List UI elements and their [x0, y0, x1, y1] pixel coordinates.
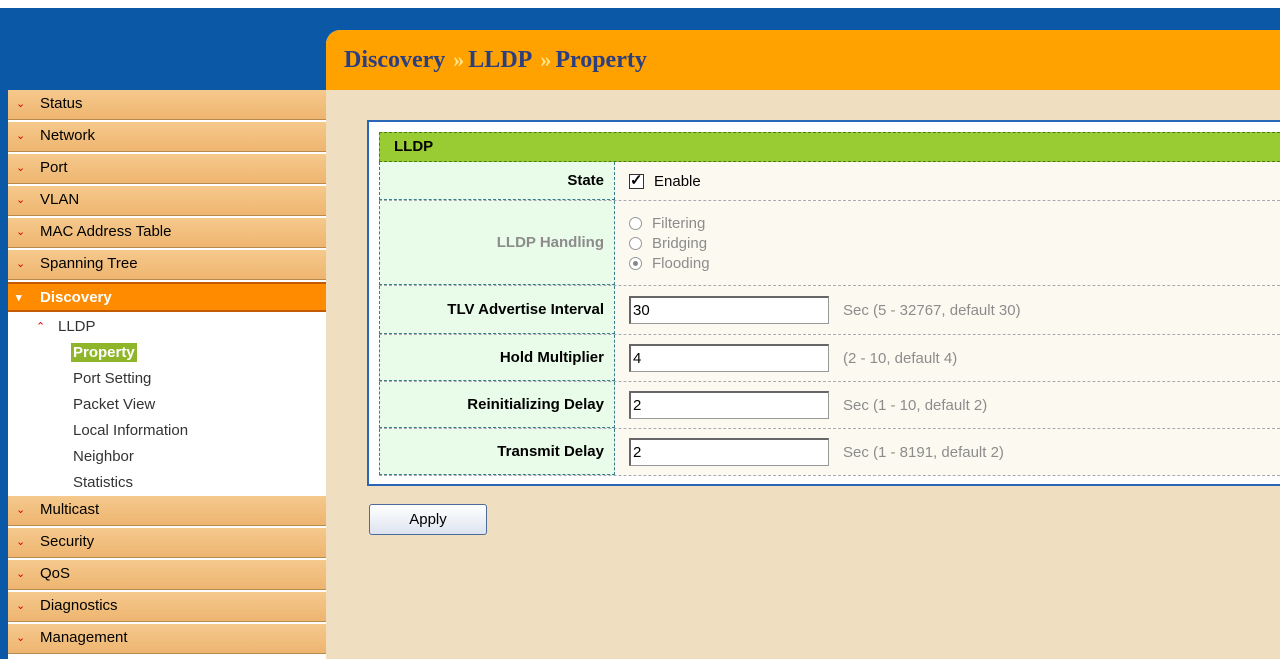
hold-multiplier-input[interactable] [629, 344, 829, 372]
reinit-row: Reinitializing Delay Sec (1 - 10, defaul… [379, 382, 1280, 429]
tlv-row: TLV Advertise Interval Sec (5 - 32767, d… [379, 286, 1280, 335]
sidebar-leaf-local-information[interactable]: Local Information [8, 418, 331, 444]
page-title: Discovery » LLDP » Property [326, 30, 1280, 90]
lldp-panel: LLDP State Enable LLDP Handling Filterin… [367, 120, 1280, 486]
sidebar-item-diagnostics[interactable]: ⌄ Diagnostics [8, 592, 331, 622]
sidebar-item-management[interactable]: ⌄ Management [8, 624, 331, 654]
sidebar-item-security[interactable]: ⌄ Security [8, 528, 331, 558]
chevron-down-icon: ⌄ [16, 226, 26, 238]
chevron-down-icon: ⌄ [16, 194, 26, 206]
sidebar-leaf-port-setting[interactable]: Port Setting [8, 366, 331, 392]
hold-row: Hold Multiplier (2 - 10, default 4) [379, 335, 1280, 382]
sidebar-item-spanning-tree[interactable]: ⌄ Spanning Tree [8, 250, 331, 280]
transmit-hint: Sec (1 - 8191, default 2) [843, 443, 1004, 461]
state-label: State [379, 162, 615, 200]
sidebar-leaf-property[interactable]: Property [8, 340, 331, 366]
panel-title: LLDP [379, 132, 1280, 162]
sidebar-leaf-statistics[interactable]: Statistics [8, 470, 331, 496]
sidebar-item-qos[interactable]: ⌄ QoS [8, 560, 331, 590]
sidebar-item-port[interactable]: ⌄ Port [8, 154, 331, 184]
sidebar-item-network[interactable]: ⌄ Network [8, 122, 331, 152]
transmit-delay-input[interactable] [629, 438, 829, 466]
chevron-down-icon: ⌄ [16, 600, 26, 612]
chevron-down-icon: ⌄ [16, 536, 26, 548]
state-enable-label: Enable [654, 172, 701, 190]
apply-button[interactable]: Apply [369, 504, 487, 535]
hold-multiplier-label: Hold Multiplier [379, 335, 615, 381]
sidebar-item-status[interactable]: ⌄ Status [8, 90, 331, 120]
hold-hint: (2 - 10, default 4) [843, 349, 958, 367]
state-row: State Enable [379, 162, 1280, 201]
lldp-handling-label: LLDP Handling [379, 201, 615, 285]
chevron-down-icon: ⌄ [16, 632, 26, 644]
sidebar-subitem-lldp[interactable]: ⌃ LLDP [8, 314, 331, 340]
reinitializing-delay-input[interactable] [629, 391, 829, 419]
sidebar: ⌄ Status ⌄ Network ⌄ Port ⌄ VLAN ⌄ MAC Addres… [8, 90, 331, 659]
main-content: Discovery » LLDP » Property LLDP State E… [326, 30, 1280, 659]
breadcrumb-separator-icon: » [453, 47, 464, 72]
radio-icon [629, 236, 642, 250]
sidebar-leaf-packet-view[interactable]: Packet View [8, 392, 331, 418]
sidebar-item-discovery[interactable]: ▾ Discovery [8, 282, 331, 312]
chevron-down-icon: ⌄ [16, 162, 26, 174]
sidebar-item-mac-address-table[interactable]: ⌄ MAC Address Table [8, 218, 331, 248]
sidebar-item-vlan[interactable]: ⌄ VLAN [8, 186, 331, 216]
tlv-advertise-interval-input[interactable] [629, 296, 829, 324]
chevron-down-icon: ⌄ [16, 504, 26, 516]
chevron-down-icon: ⌄ [16, 568, 26, 580]
breadcrumb-discovery: Discovery [344, 46, 446, 73]
radio-bridging[interactable]: Bridging [629, 233, 710, 253]
lldp-handling-row: LLDP Handling Filtering Bridging Floodin… [379, 201, 1280, 286]
radio-filtering[interactable]: Filtering [629, 213, 710, 233]
sidebar-item-multicast[interactable]: ⌄ Multicast [8, 496, 331, 526]
chevron-down-icon: ⌄ [16, 98, 26, 110]
radio-icon [629, 216, 642, 230]
chevron-down-icon: ⌄ [16, 130, 26, 142]
chevron-up-icon: ⌃ [36, 321, 46, 333]
breadcrumb-property: Property [555, 46, 647, 73]
breadcrumb-separator-icon: » [540, 47, 551, 72]
tlv-advertise-interval-label: TLV Advertise Interval [379, 286, 615, 334]
chevron-down-icon: ⌄ [16, 258, 26, 270]
lldp-handling-options: Filtering Bridging Flooding [629, 213, 710, 273]
reinitializing-delay-label: Reinitializing Delay [379, 382, 615, 428]
sidebar-leaf-neighbor[interactable]: Neighbor [8, 444, 331, 470]
breadcrumb-lldp: LLDP [468, 46, 533, 73]
reinit-hint: Sec (1 - 10, default 2) [843, 396, 988, 414]
state-enable-checkbox[interactable] [629, 171, 644, 189]
tlv-hint: Sec (5 - 32767, default 30) [843, 301, 1021, 319]
caret-down-icon: ▾ [16, 292, 22, 304]
transmit-delay-label: Transmit Delay [379, 429, 615, 475]
radio-selected-icon [629, 256, 642, 270]
top-strip [0, 0, 1280, 8]
transmit-row: Transmit Delay Sec (1 - 8191, default 2) [379, 429, 1280, 476]
radio-flooding[interactable]: Flooding [629, 253, 710, 273]
